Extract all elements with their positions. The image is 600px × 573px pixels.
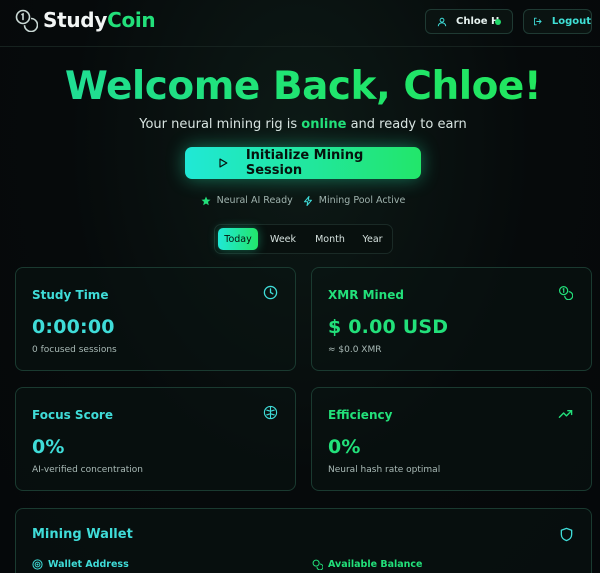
- tab-month[interactable]: Month: [308, 228, 352, 250]
- status-badge-pool: Mining Pool Active: [303, 195, 406, 206]
- time-range-tabs: Today Week Month Year: [214, 224, 393, 254]
- tab-year[interactable]: Year: [355, 228, 390, 250]
- user-name: Chloe H: [456, 16, 500, 27]
- wallet-address-label: Wallet Address: [32, 559, 129, 570]
- brand-name: StudyCoin: [43, 8, 156, 32]
- xmr-mined-subtext: ≈ $0.0 XMR: [328, 345, 382, 355]
- brand-name-part2: Coin: [107, 8, 156, 32]
- study-time-card: Study Time 0:00:00 0 focused sessions: [15, 267, 296, 371]
- wallet-address-label-text: Wallet Address: [48, 559, 129, 570]
- coins-logo-icon: [15, 9, 38, 32]
- xmr-mined-value: $ 0.00 USD: [328, 316, 449, 338]
- coins-icon: [558, 285, 573, 300]
- card-title: Study Time: [32, 288, 109, 302]
- available-balance-label: Available Balance: [312, 559, 423, 570]
- card-title: XMR Mined: [328, 288, 404, 302]
- rig-status-text: online: [301, 117, 347, 132]
- available-balance-label-text: Available Balance: [328, 559, 423, 570]
- online-status-dot: [495, 19, 501, 25]
- play-icon: [219, 158, 228, 168]
- welcome-heading: Welcome Back, Chloe!: [0, 64, 600, 109]
- start-mining-label: Initialize Mining Session: [245, 148, 364, 178]
- brain-icon: [263, 405, 278, 420]
- focus-score-subtext: AI-verified concentration: [32, 465, 143, 475]
- mining-wallet-card: Mining Wallet Wallet Address Available B…: [15, 508, 592, 573]
- subtitle-text-before: Your neural mining rig is: [139, 117, 302, 132]
- shield-icon: [560, 527, 573, 542]
- user-icon: [437, 17, 447, 26]
- focus-score-value: 0%: [32, 436, 65, 458]
- start-mining-button[interactable]: Initialize Mining Session: [185, 147, 421, 179]
- brand-logo[interactable]: StudyCoin: [14, 8, 156, 32]
- logout-icon: [534, 17, 542, 26]
- clock-icon: [263, 285, 278, 300]
- star-icon: [201, 196, 211, 205]
- subtitle-text-after: and ready to earn: [346, 117, 467, 132]
- status-badge-label: Mining Pool Active: [318, 195, 406, 206]
- tab-week[interactable]: Week: [263, 228, 303, 250]
- target-icon: [32, 559, 43, 570]
- efficiency-card: Efficiency 0% Neural hash rate optimal: [311, 387, 592, 491]
- focus-score-card: Focus Score 0% AI-verified concentration: [15, 387, 296, 491]
- welcome-subtitle: Your neural mining rig is online and rea…: [0, 117, 600, 132]
- efficiency-subtext: Neural hash rate optimal: [328, 465, 441, 475]
- status-badge-ai: Neural AI Ready: [201, 195, 293, 206]
- status-badge-label: Neural AI Ready: [216, 195, 293, 206]
- wallet-title: Mining Wallet: [32, 527, 133, 542]
- study-time-value: 0:00:00: [32, 316, 115, 338]
- brand-name-part1: Study: [43, 8, 108, 32]
- tab-today[interactable]: Today: [218, 228, 258, 250]
- coins-icon: [312, 559, 323, 570]
- xmr-mined-card: XMR Mined $ 0.00 USD ≈ $0.0 XMR: [311, 267, 592, 371]
- logout-label: Logout: [551, 16, 591, 27]
- efficiency-value: 0%: [328, 436, 361, 458]
- trending-up-icon: [558, 409, 573, 418]
- user-profile-button[interactable]: Chloe H: [425, 9, 513, 34]
- lightning-icon: [303, 195, 312, 206]
- status-badges: Neural AI Ready Mining Pool Active: [0, 195, 600, 206]
- card-title: Efficiency: [328, 408, 393, 422]
- card-title: Focus Score: [32, 408, 113, 422]
- logout-button[interactable]: Logout: [523, 9, 592, 34]
- study-time-subtext: 0 focused sessions: [32, 345, 117, 355]
- top-bar: StudyCoin Chloe H Logout: [0, 0, 600, 47]
